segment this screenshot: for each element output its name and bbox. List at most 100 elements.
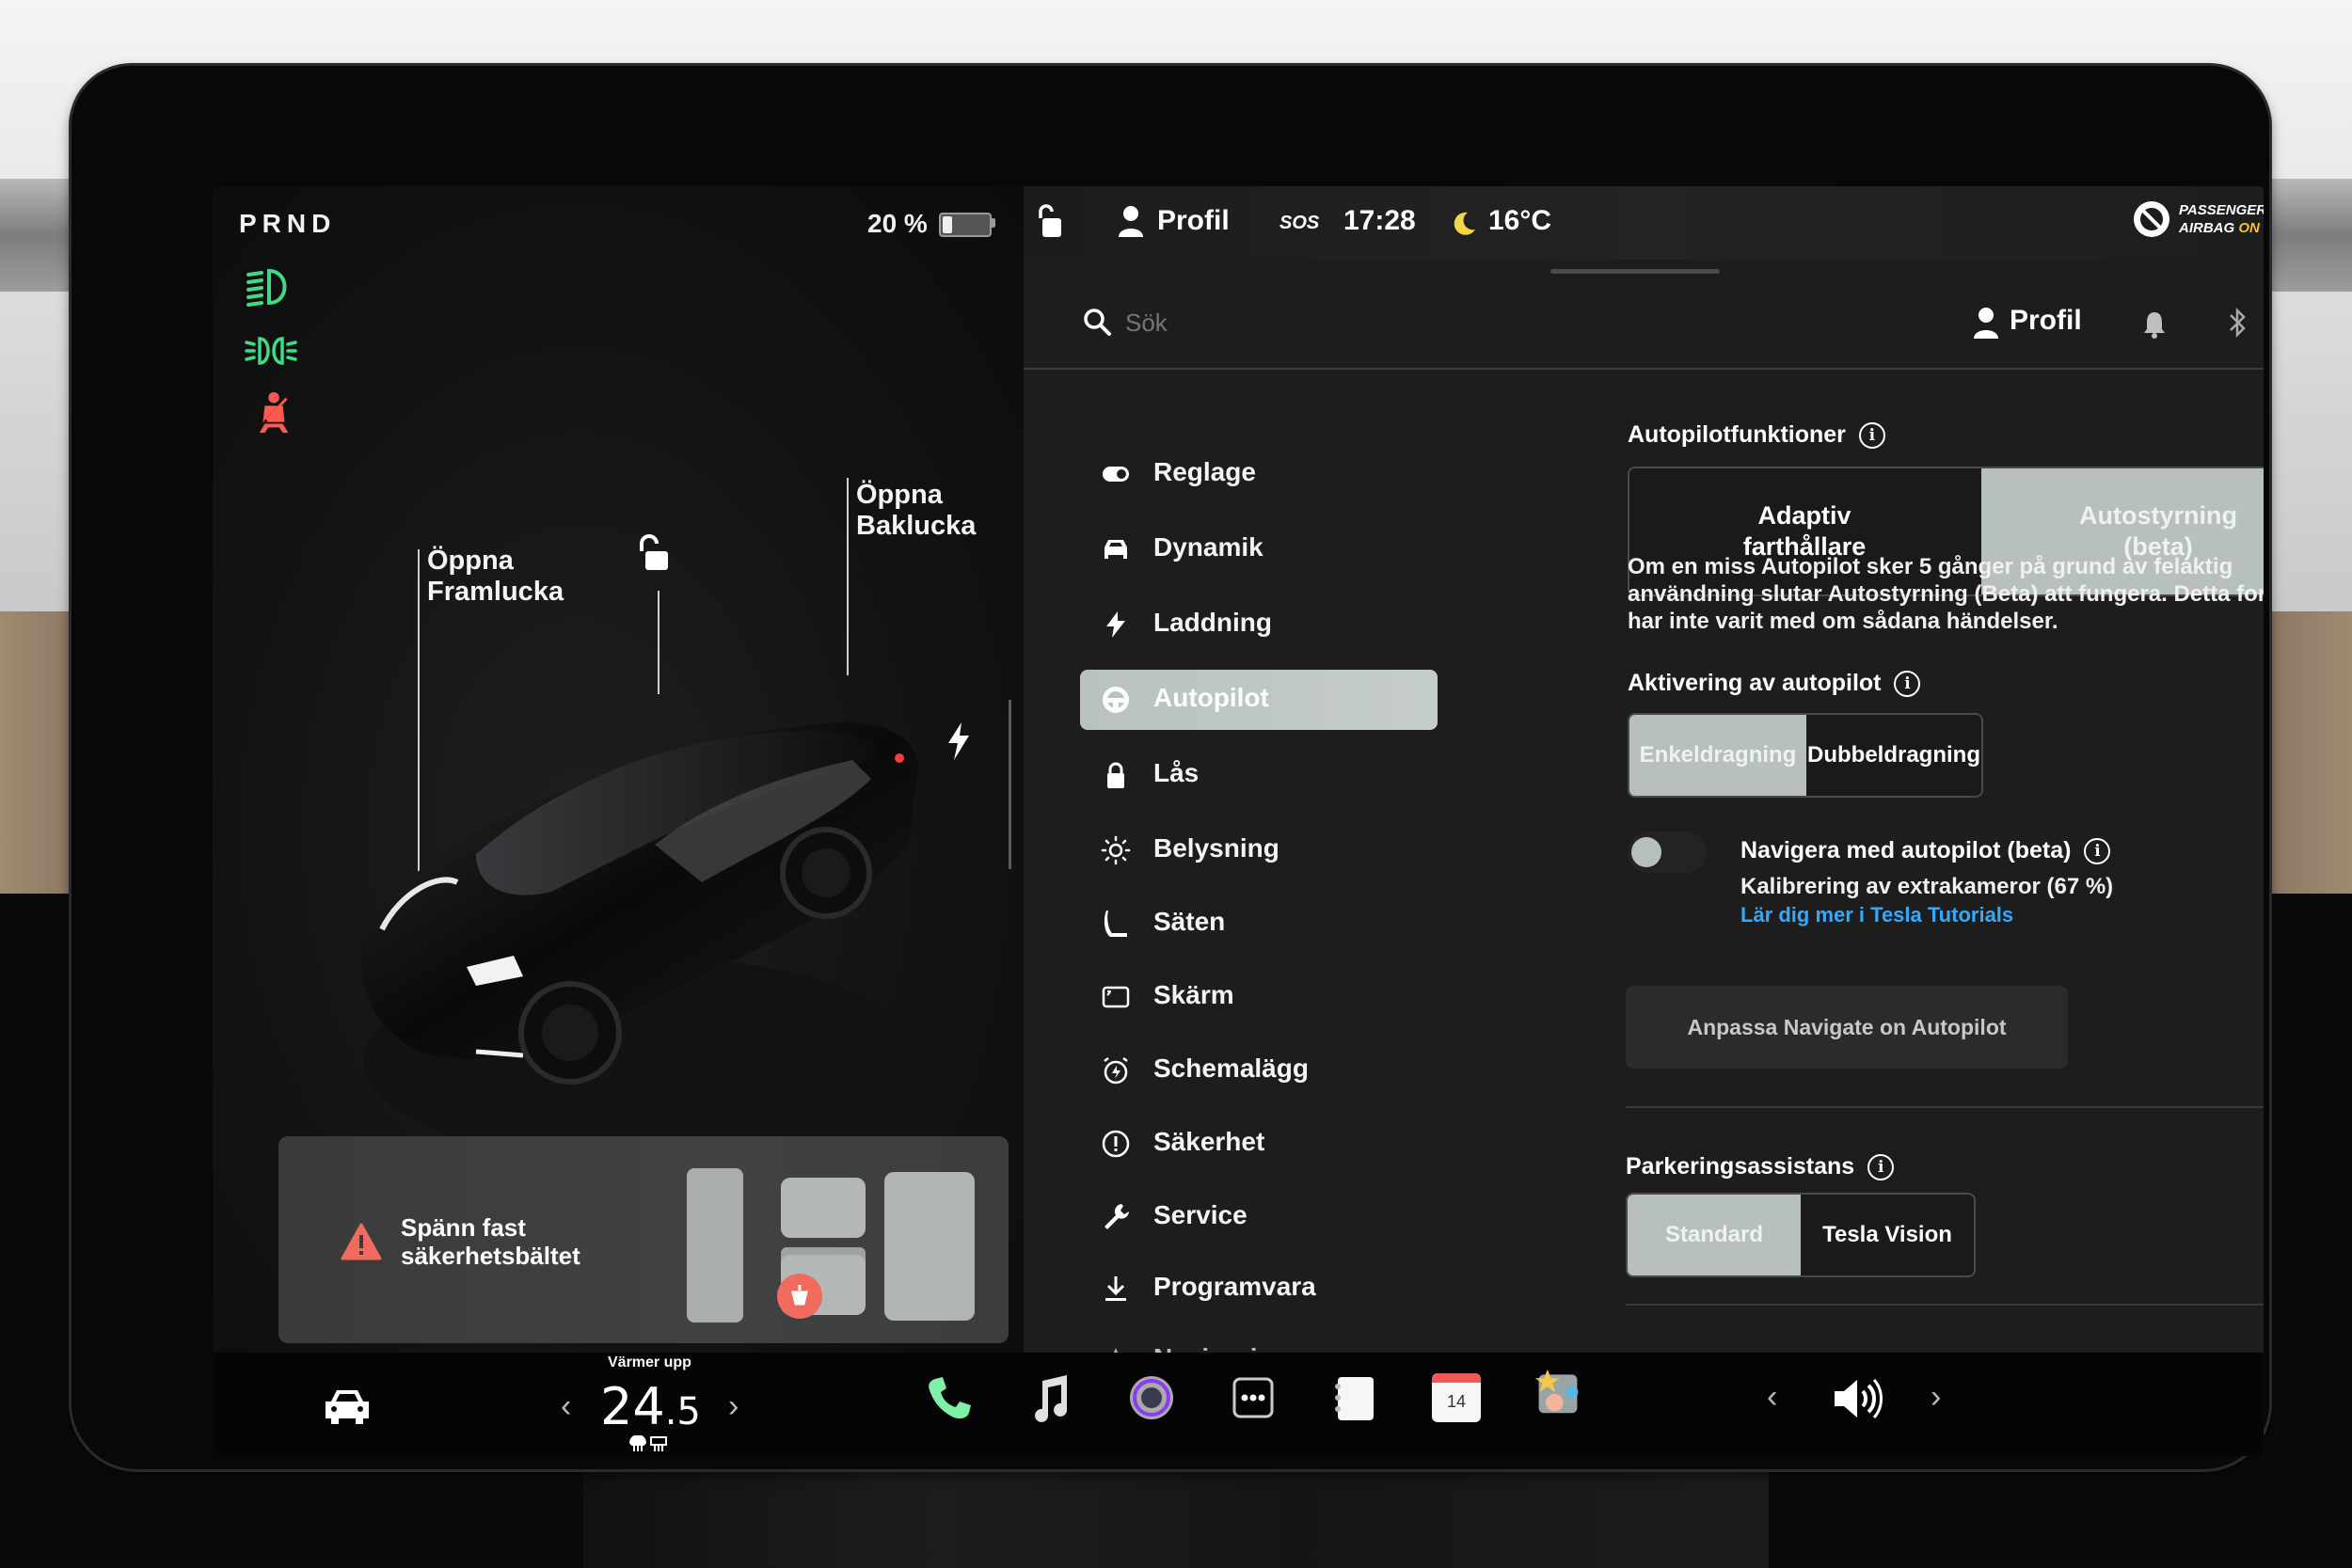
bluetooth-icon[interactable] <box>2228 307 2249 339</box>
sidebar-item-lås[interactable]: Lås <box>1080 745 1438 805</box>
temperature-down-button[interactable]: ‹ <box>561 1388 571 1425</box>
temperature-decimal: .5 <box>664 1390 701 1433</box>
phone-icon[interactable] <box>924 1373 973 1422</box>
sidebar-item-säten[interactable]: Säten <box>1080 894 1438 954</box>
profile-icon[interactable] <box>1118 205 1144 237</box>
top-status-bar: Profil SOS 17:28 16°C PASSENGER AIRBAG O… <box>1024 186 2264 260</box>
temperature-up-button[interactable]: › <box>728 1388 739 1425</box>
charge-port-lightning-icon[interactable] <box>946 722 971 760</box>
seatbelt-warning-icon <box>259 391 289 434</box>
tesla-tutorials-link[interactable]: Lär dig mer i Tesla Tutorials <box>1740 903 2013 927</box>
navigate-on-autopilot-toggle[interactable] <box>1628 832 1707 873</box>
sidebar-item-schemalägg[interactable]: Schemalägg <box>1080 1040 1438 1101</box>
seatbelt-alert-message: Spänn fast säkerhetsbältet <box>401 1213 580 1270</box>
sun-icon <box>1101 835 1131 865</box>
option-tesla-vision[interactable]: Tesla Vision <box>1801 1195 1974 1275</box>
wrench-icon <box>1104 1204 1129 1229</box>
search-row: Profil LTE <box>1024 278 2264 369</box>
sidebar-item-label: Belysning <box>1153 833 1279 863</box>
sidebar-item-service[interactable]: Service <box>1080 1187 1438 1247</box>
customize-navigate-on-autopilot-button[interactable]: Anpassa Navigate on Autopilot <box>1626 986 2068 1069</box>
notepad-icon[interactable] <box>1330 1373 1379 1422</box>
steering-wheel-icon <box>1103 687 1129 713</box>
cabin-temperature[interactable]: 24.5 <box>600 1377 701 1436</box>
seat-occupancy-diagram <box>687 1168 975 1323</box>
unlocked-padlock-icon[interactable] <box>634 534 672 574</box>
dashboard-panel-right <box>2258 292 2352 611</box>
sidebar-item-label: Säten <box>1153 907 1226 936</box>
toggle-icon <box>1103 467 1129 482</box>
search-input[interactable] <box>1123 301 1597 344</box>
autopilot-activation-title: Aktivering av autopilot <box>1628 670 1882 696</box>
option-single-pull[interactable]: Enkeldragning <box>1629 715 1806 796</box>
sidebar-item-label: Service <box>1153 1200 1248 1229</box>
info-icon[interactable]: i <box>1894 671 1921 698</box>
drag-handle[interactable] <box>1550 269 1720 274</box>
autopilot-features-heading: Autopilotfunktioner i <box>1628 421 1885 450</box>
info-icon[interactable]: i <box>1867 1154 1895 1181</box>
sidebar-item-label: Laddning <box>1153 608 1272 637</box>
open-trunk-label-2: Baklucka <box>856 511 977 541</box>
open-trunk-label-1: Öppna <box>856 480 943 510</box>
option-standard[interactable]: Standard <box>1628 1195 1801 1275</box>
airbag-label-2-text: AIRBAG <box>2179 220 2235 236</box>
screen-stand <box>583 1467 1769 1568</box>
volume-prev-button[interactable]: ‹ <box>1767 1379 1777 1416</box>
profile-icon[interactable] <box>1974 307 1998 339</box>
search-icon[interactable] <box>1082 307 1112 337</box>
temperature-whole: 24 <box>600 1377 665 1436</box>
profile-label[interactable]: Profil <box>2010 305 2082 337</box>
volume-next-button[interactable]: › <box>1931 1379 1941 1416</box>
sidebar-item-säkerhet[interactable]: Säkerhet <box>1080 1114 1438 1174</box>
sidebar-item-programvara[interactable]: Programvara <box>1080 1259 1438 1319</box>
sidebar-item-skärm[interactable]: Skärm <box>1080 967 1438 1027</box>
option-double-pull[interactable]: Dubbeldragning <box>1806 715 1981 796</box>
autopilot-activation-selector: Enkeldragning Dubbeldragning <box>1628 713 1983 798</box>
battery-level-fill <box>943 216 952 233</box>
profile-label[interactable]: Profil <box>1157 205 1230 237</box>
sidebar-item-autopilot[interactable]: Autopilot <box>1080 670 1438 730</box>
night-moon-weather-icon <box>1454 212 1475 235</box>
parking-assist-selector: Standard Tesla Vision <box>1626 1193 1976 1277</box>
parking-lights-icon <box>245 337 297 365</box>
gear-indicator: PRND <box>239 209 337 238</box>
header-divider <box>1024 368 2264 370</box>
download-icon <box>1105 1276 1126 1301</box>
volume-icon[interactable] <box>1831 1375 1883 1422</box>
parking-assist-heading: Parkeringsassistans i <box>1626 1153 1895 1181</box>
more-apps-icon[interactable] <box>1229 1373 1278 1422</box>
car-icon[interactable] <box>322 1386 373 1428</box>
open-frunk-button[interactable]: Öppna Framlucka <box>427 546 564 608</box>
toggle-knob <box>1631 837 1661 867</box>
passenger-airbag-status: PASSENGER AIRBAG ON <box>2179 201 2264 237</box>
sidebar-item-reglage[interactable]: Reglage <box>1080 444 1438 504</box>
calendar-icon[interactable]: 14 <box>1432 1373 1481 1422</box>
vehicle-panel: PRND 20 % Öppna Framlucka Öppna Baklucka… <box>213 186 1024 1353</box>
sidebar-item-dynamik[interactable]: Dynamik <box>1080 519 1438 579</box>
display-icon <box>1102 986 1130 1008</box>
sidebar-item-belysning[interactable]: Belysning <box>1080 820 1438 880</box>
passenger-airbag-icon <box>2134 201 2169 237</box>
open-trunk-button[interactable]: Öppna Baklucka <box>856 480 976 542</box>
autopilot-activation-heading: Aktivering av autopilot i <box>1628 670 1921 698</box>
music-note-icon[interactable] <box>1025 1373 1074 1422</box>
bottom-dock: ‹ Värmer upp 24.5 › 14 ‹ › <box>213 1353 2264 1456</box>
airbag-label-1: PASSENGER <box>2179 202 2264 218</box>
info-icon[interactable]: i <box>1858 422 1885 450</box>
camera-icon[interactable] <box>1127 1373 1176 1422</box>
sidebar-item-laddning[interactable]: Laddning <box>1080 594 1438 655</box>
sidebar-item-label: Lås <box>1153 758 1200 787</box>
option-label-1: Adaptiv <box>1757 501 1851 530</box>
airbag-label-2: AIRBAG ON <box>2179 219 2264 237</box>
sos-icon[interactable]: SOS <box>1279 213 1319 234</box>
sidebar-item-label: Autopilot <box>1153 683 1269 712</box>
climate-status: Värmer upp <box>608 1354 691 1370</box>
toybox-icon[interactable] <box>1534 1368 1582 1417</box>
unlocked-padlock-icon[interactable] <box>1035 203 1063 239</box>
info-icon[interactable]: i <box>2084 838 2111 865</box>
dashboard-trim-right <box>2258 179 2352 292</box>
open-frunk-label-1: Öppna <box>427 546 514 576</box>
touchscreen-bezel: PRND 20 % Öppna Framlucka Öppna Baklucka… <box>72 66 2269 1469</box>
navigate-on-autopilot-heading: Navigera med autopilot (beta) i <box>1740 837 2111 865</box>
bell-icon[interactable] <box>2143 310 2166 339</box>
